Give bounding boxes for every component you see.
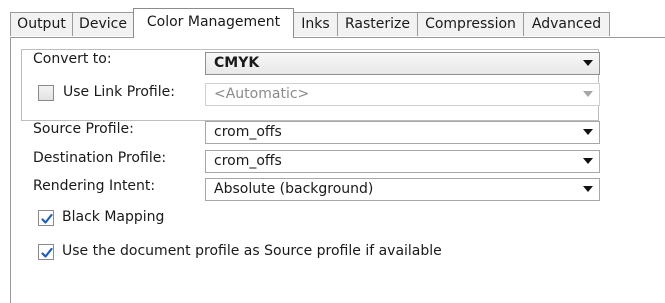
color-management-dialog: Output Device Color Management Inks Rast… [0,0,665,303]
tab-advanced[interactable]: Advanced [523,12,610,36]
destination-profile-select[interactable]: crom_offs [205,150,600,173]
tab-output[interactable]: Output [10,12,73,36]
chevron-down-icon [583,91,593,97]
chevron-down-icon [583,129,593,135]
checkmark-icon [41,213,53,224]
source-profile-label: Source Profile: [33,121,134,137]
rendering-intent-value: Absolute (background) [214,181,374,197]
link-profile-value: <Automatic> [214,86,310,102]
rendering-intent-select[interactable]: Absolute (background) [205,178,600,201]
black-mapping-checkbox[interactable] [38,210,54,226]
convert-select[interactable]: CMYK [205,52,600,75]
link-profile-label: Use Link Profile: [63,84,175,100]
chevron-down-icon [583,186,593,192]
convert-label: Convert to: [33,51,112,67]
tab-inks[interactable]: Inks [293,12,338,36]
chevron-down-icon [583,60,593,66]
chevron-down-icon [583,158,593,164]
destination-profile-label: Destination Profile: [33,150,167,166]
convert-value: CMYK [214,55,260,71]
use-document-profile-checkbox[interactable] [38,244,54,260]
destination-profile-value: crom_offs [214,153,282,169]
checkmark-icon [41,247,53,258]
link-profile-checkbox[interactable] [38,85,54,101]
color-management-panel: Convert to: CMYK Use Link Profile: <Auto… [10,37,665,303]
tab-color-management[interactable]: Color Management [133,8,294,38]
use-document-profile-label: Use the document profile as Source profi… [62,243,442,259]
source-profile-value: crom_offs [214,124,282,140]
tab-strip: Output Device Color Management Inks Rast… [0,0,665,38]
rendering-intent-label: Rendering Intent: [33,178,156,194]
link-profile-select[interactable]: <Automatic> [205,83,600,106]
tab-device[interactable]: Device [72,12,134,36]
tab-compression[interactable]: Compression [417,12,524,36]
source-profile-select[interactable]: crom_offs [205,121,600,144]
tab-rasterize[interactable]: Rasterize [337,12,418,36]
black-mapping-label: Black Mapping [62,209,165,225]
